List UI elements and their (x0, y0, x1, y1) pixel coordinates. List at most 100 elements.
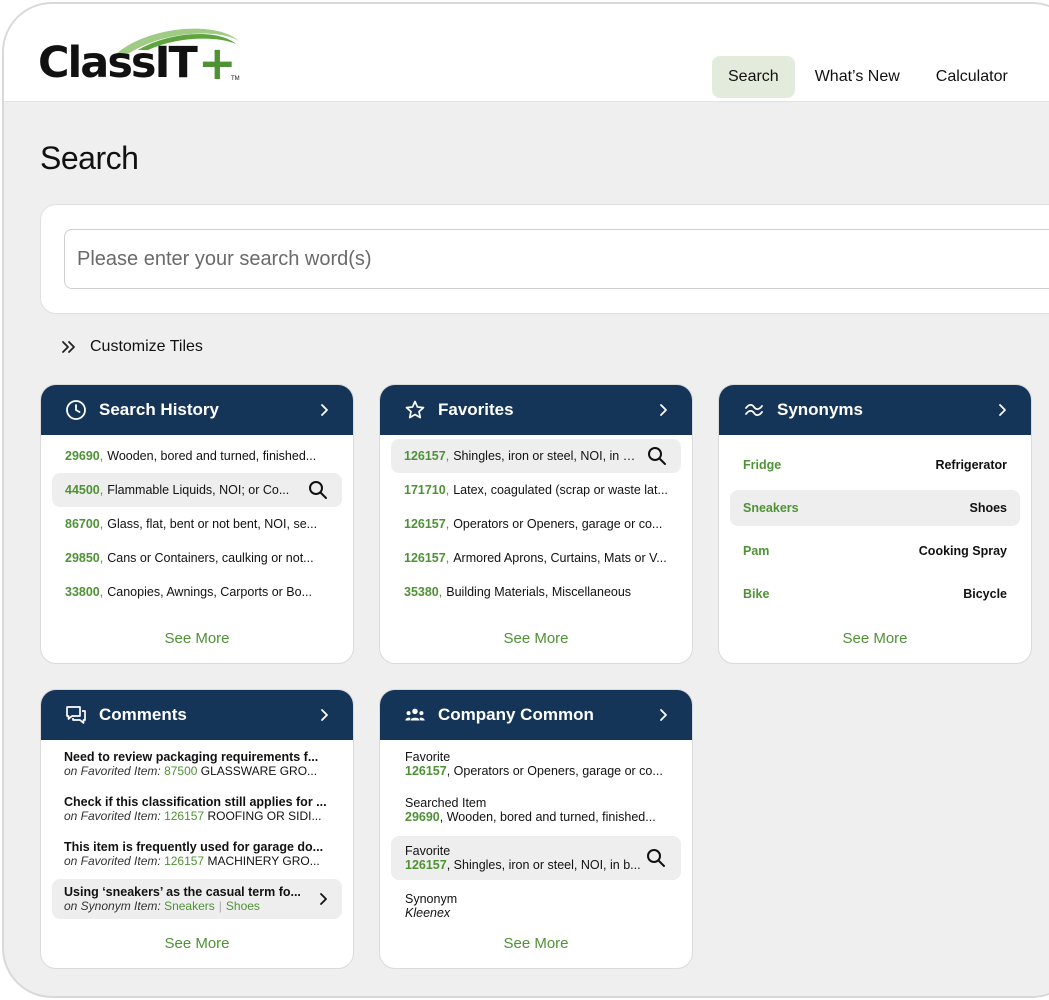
synonym-value: Shoes (969, 501, 1007, 515)
item-code: 126157 (404, 517, 446, 531)
item-desc: Shingles, iron or steel, NOI, in bo... (453, 449, 640, 463)
tile-search-history: Search History 29690, Wooden, bored and t… (40, 384, 354, 664)
comma: , (445, 483, 450, 497)
company-common-item[interactable]: Favorite 126157, Shingles, iron or steel… (391, 836, 681, 880)
synonym-value: Cooking Spray (918, 544, 1007, 558)
comment-on-label: on Favorited Item: (64, 809, 161, 823)
company-common-item[interactable]: Synonym Kleenex (391, 886, 681, 926)
comment-text: Need to review packaging requirements f.… (64, 750, 319, 764)
see-more-link[interactable]: See More (719, 630, 1031, 647)
item-type: Synonym (405, 892, 458, 906)
tile-body: 126157, Shingles, iron or steel, NOI, in … (380, 435, 692, 609)
app-frame: ClassIT + TM Search What’s New Calculato… (2, 2, 1049, 998)
search-icon[interactable] (307, 479, 329, 501)
tile-search-history-header[interactable]: Search History (41, 385, 353, 435)
tile-comments: Comments Need to review packaging requir… (40, 689, 354, 969)
separator: | (218, 899, 222, 913)
tile-company-common-header[interactable]: Company Common (380, 690, 692, 740)
synonym-term: Fridge (743, 458, 782, 472)
list-item[interactable]: 29690, Wooden, bored and turned, finished… (52, 439, 342, 473)
synonym-row[interactable]: Sneakers Shoes (730, 490, 1020, 526)
nav-whats-new[interactable]: What’s New (799, 56, 916, 98)
chevron-right-icon (660, 709, 667, 721)
logo-trademark: TM (231, 76, 240, 82)
item-desc: Canopies, Awnings, Carports or Bo... (107, 585, 312, 599)
comma: , (445, 517, 450, 531)
synonym-term: Sneakers (164, 899, 215, 913)
comment-text: Using ‘sneakers’ as the casual term fo..… (64, 885, 301, 899)
comment-on-label: on Favorited Item: (64, 764, 161, 778)
list-item[interactable]: 126157, Shingles, iron or steel, NOI, in … (391, 439, 681, 473)
users-group-icon (404, 704, 426, 726)
top-header: ClassIT + TM Search What’s New Calculato… (4, 4, 1049, 102)
synonym-row[interactable]: Fridge Refrigerator (730, 447, 1020, 483)
synonym-row[interactable]: Bike Bicycle (730, 576, 1020, 612)
item-desc: GLASSWARE GRO... (200, 764, 318, 778)
nav-search[interactable]: Search (712, 56, 795, 98)
comments-icon (65, 704, 87, 726)
nav-calculator[interactable]: Calculator (920, 56, 1024, 98)
item-desc: Kleenex (405, 906, 451, 920)
item-code: 126157 (405, 764, 447, 778)
item-code: 29850 (65, 551, 100, 565)
comma: , (99, 517, 104, 531)
list-item[interactable]: 33800, Canopies, Awnings, Carports or Bo.… (52, 575, 342, 609)
company-common-item[interactable]: Searched Item 29690, Wooden, bored and t… (391, 790, 681, 830)
list-item[interactable]: 171710, Latex, coagulated (scrap or waste… (391, 473, 681, 507)
item-desc: Glass, flat, bent or not bent, NOI, se..… (107, 517, 318, 531)
search-icon[interactable] (646, 445, 668, 467)
item-desc: Operators or Openers, garage or co... (453, 517, 663, 531)
synonym-row[interactable]: Pam Cooking Spray (730, 533, 1020, 569)
search-input[interactable] (64, 229, 1049, 289)
comma: , (438, 585, 443, 599)
list-item[interactable]: 44500, Flammable Liquids, NOI; or Co... (52, 473, 342, 507)
comment-item[interactable]: Using ‘sneakers’ as the casual term fo..… (52, 879, 342, 919)
main-nav: Search What’s New Calculator (712, 56, 1024, 98)
company-common-item[interactable]: Favorite 126157, Operators or Openers, g… (391, 744, 681, 784)
search-icon[interactable] (645, 847, 667, 869)
comment-on-label: on Favorited Item: (64, 854, 161, 868)
item-code: 126157 (404, 551, 446, 565)
list-item[interactable]: 86700, Glass, flat, bent or not bent, NOI… (52, 507, 342, 541)
comment-text: This item is frequently used for garage … (64, 840, 324, 854)
synonym-term: Pam (743, 544, 770, 558)
tile-synonyms-header[interactable]: Synonyms (719, 385, 1031, 435)
item-type: Searched Item (405, 796, 487, 810)
tile-body: Favorite 126157, Operators or Openers, g… (380, 740, 692, 926)
customize-tiles-button[interactable]: Customize Tiles (60, 338, 203, 356)
chevron-right-icon[interactable] (316, 892, 330, 906)
see-more-link[interactable]: See More (380, 630, 692, 647)
item-desc: MACHINERY GRO... (207, 854, 320, 868)
star-icon (404, 399, 426, 421)
item-code: 44500 (65, 483, 100, 497)
comment-item[interactable]: Check if this classification still appli… (52, 789, 342, 829)
tile-favorites-header[interactable]: Favorites (380, 385, 692, 435)
see-more-link[interactable]: See More (380, 935, 692, 952)
item-code: 33800 (65, 585, 100, 599)
tile-title: Synonyms (777, 400, 863, 419)
double-chevron-right-icon (62, 341, 75, 353)
synonym-value: Shoes (225, 899, 260, 913)
item-code: 126157 (404, 449, 446, 463)
chevron-right-icon (321, 709, 328, 721)
see-more-link[interactable]: See More (41, 630, 353, 647)
see-more-link[interactable]: See More (41, 935, 353, 952)
list-item[interactable]: 29850, Cans or Containers, caulking or no… (52, 541, 342, 575)
item-code: 86700 (65, 517, 100, 531)
logo-wordmark: ClassIT (38, 38, 198, 88)
item-code: 126157 (164, 854, 205, 868)
tile-company-common: Company Common Favorite 126157, Operator… (379, 689, 693, 969)
tile-title: Search History (99, 400, 219, 419)
item-desc: Wooden, bored and turned, finished... (446, 810, 656, 824)
item-code: 35380 (404, 585, 439, 599)
customize-tiles-label: Customize Tiles (90, 338, 203, 355)
list-item[interactable]: 35380, Building Materials, Miscellaneous (391, 575, 681, 609)
list-item[interactable]: 126157, Operators or Openers, garage or c… (391, 507, 681, 541)
tile-title: Company Common (438, 705, 594, 724)
comment-item[interactable]: This item is frequently used for garage … (52, 834, 342, 874)
tile-comments-header[interactable]: Comments (41, 690, 353, 740)
classit-logo[interactable]: ClassIT + TM (38, 24, 248, 90)
list-item[interactable]: 126157, Armored Aprons, Curtains, Mats or… (391, 541, 681, 575)
comment-item[interactable]: Need to review packaging requirements f.… (52, 744, 342, 784)
item-code: 29690 (65, 449, 100, 463)
